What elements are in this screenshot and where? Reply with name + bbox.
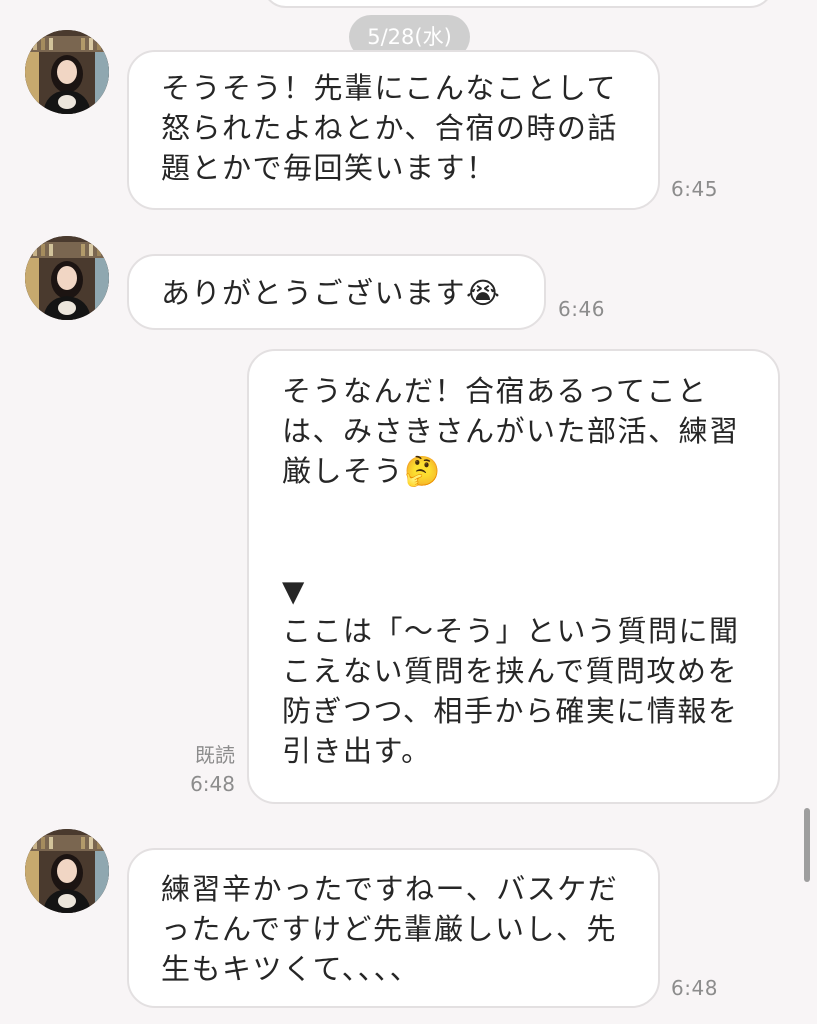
- scrollbar[interactable]: [804, 808, 810, 882]
- message-text: 防ぎつつ、相手から確実に情報を: [282, 694, 739, 728]
- message-timestamp: 6:46: [558, 297, 605, 321]
- message-text: 練習辛かったですねー、バスケだ: [161, 872, 619, 906]
- message-bubble-sent[interactable]: そうなんだ！合宿あるってこと は、みさきさんがいた部活、練習 厳しそう🤔 ▼ こ…: [247, 349, 780, 804]
- message-timestamp: 6:45: [671, 177, 718, 201]
- message-text: は、みさきさんがいた部活、練習: [282, 414, 740, 448]
- message-bubble-received[interactable]: 練習辛かったですねー、バスケだ ったんですけど先輩厳しいし、先 生もキツくて、、…: [127, 848, 660, 1008]
- message-text: そうそう！先輩にこんなことして: [161, 71, 618, 105]
- triangle-down-icon: ▼: [282, 574, 306, 608]
- read-receipt: 既読 6:48: [187, 741, 235, 799]
- message-timestamp: 6:48: [671, 976, 718, 1000]
- message-text: 厳しそう: [282, 454, 405, 488]
- avatar[interactable]: [25, 829, 109, 913]
- avatar[interactable]: [25, 30, 109, 114]
- read-label: 既読: [195, 743, 235, 767]
- avatar[interactable]: [25, 236, 109, 320]
- thinking-face-icon: 🤔: [404, 454, 442, 488]
- message-text: 引き出す。: [282, 734, 432, 768]
- message-text: こえない質問を挟んで質問攻めを: [282, 654, 739, 688]
- message-text: ここは「〜そう」という質問に聞: [282, 614, 740, 648]
- message-bubble-received[interactable]: そうそう！先輩にこんなことして 怒られたよねとか、合宿の時の話 題とかで毎回笑い…: [127, 50, 660, 210]
- message-text: 題とかで毎回笑います！: [161, 151, 497, 185]
- message-text: そうなんだ！合宿あるってこと: [282, 374, 708, 408]
- message-text: 生もキツくて、、、、: [161, 952, 421, 986]
- message-text: ありがとうございます: [161, 276, 467, 310]
- message-bubble-received[interactable]: ありがとうございます😭: [127, 254, 546, 330]
- message-text: ったんですけど先輩厳しいし、先: [161, 912, 618, 946]
- crying-face-icon: 😭: [466, 276, 502, 310]
- message-timestamp: 6:48: [190, 772, 235, 796]
- previous-message-bubble[interactable]: [262, 0, 774, 8]
- message-text: 怒られたよねとか、合宿の時の話: [161, 111, 618, 145]
